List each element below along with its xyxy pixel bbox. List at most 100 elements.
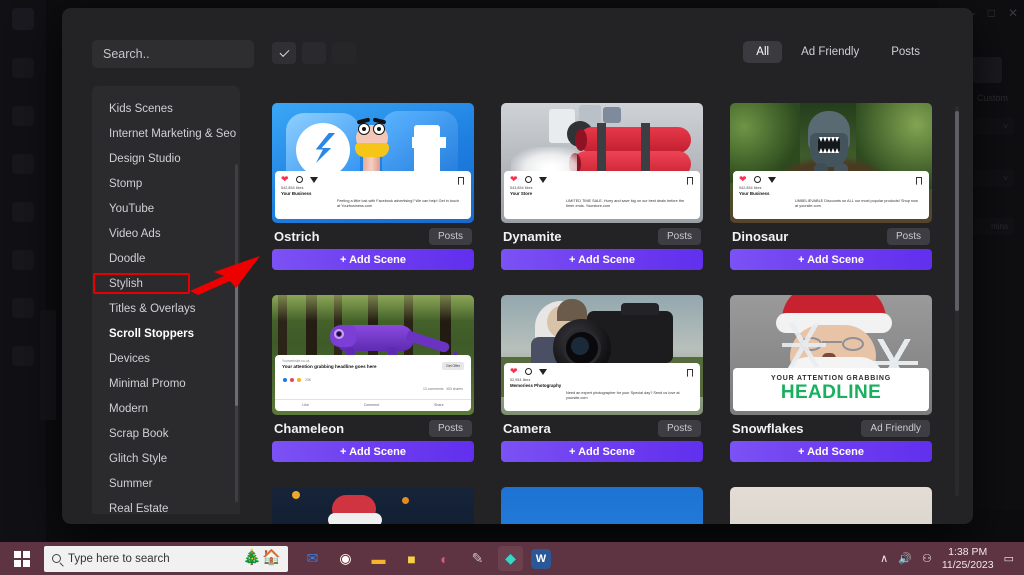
chrome-icon[interactable]: ◉: [333, 546, 358, 571]
template-card-partial-2[interactable]: [501, 487, 703, 524]
card-title: Chameleon: [274, 420, 345, 436]
notifications-icon[interactable]: ▭: [1004, 552, 1014, 565]
taskbar-search-box[interactable]: Type here to search 🎄🏠: [44, 545, 288, 572]
post-action-icons: ❤: [281, 175, 465, 184]
app-icon[interactable]: ◆: [498, 546, 523, 571]
sidebar-item-design-studio[interactable]: Design Studio: [92, 146, 240, 171]
taskbar-search-label: Type here to search: [68, 552, 170, 565]
card-thumbnail-partial[interactable]: [272, 487, 474, 524]
template-card-partial-3[interactable]: [730, 487, 932, 524]
card-thumbnail-camera[interactable]: ❤ 52,954 likes Memoriess Photography Nee…: [501, 295, 703, 415]
card-thumbnail-snowflakes[interactable]: YOUR ATTENTION GRABBING HEADLINE: [730, 295, 932, 415]
rail-icon-1: [12, 58, 34, 78]
template-grid-area: ❤ 542,854 likes Your Business Feeling a …: [272, 86, 965, 524]
share-action[interactable]: Share: [434, 403, 444, 407]
template-card-snowflakes[interactable]: YOUR ATTENTION GRABBING HEADLINE Snowfla…: [730, 295, 932, 462]
template-card-dynamite[interactable]: ❤ 543,854 likes Your Store LIMITED TIME …: [501, 103, 703, 270]
card-thumbnail-partial[interactable]: [501, 487, 703, 524]
post-business-name: Memoriess Photography: [510, 383, 562, 388]
sidebar-item-kids-scenes[interactable]: Kids Scenes: [92, 96, 240, 121]
template-card-partial-1[interactable]: [272, 487, 474, 524]
sidebar-item-minimal-promo[interactable]: Minimal Promo: [92, 371, 240, 396]
template-card-dinosaur[interactable]: ❤ 542,854 likes Your Business UNBELIEVAB…: [730, 103, 932, 270]
like-action[interactable]: Like: [302, 403, 309, 407]
add-scene-button[interactable]: + Add Scene: [272, 441, 474, 462]
sidebar-item-real-estate[interactable]: Real Estate: [92, 496, 240, 515]
card-thumbnail-chameleon[interactable]: Yourwebsite.co.uk Your attention grabbin…: [272, 295, 474, 415]
sidebar-item-internet-marketing-seo[interactable]: Internet Marketing & Seo: [92, 121, 240, 146]
sidebar-item-youtube[interactable]: YouTube: [92, 196, 240, 221]
template-card-chameleon[interactable]: Yourwebsite.co.uk Your attention grabbin…: [272, 295, 474, 462]
clock[interactable]: 1:38 PM 11/25/2023: [942, 546, 994, 572]
comment-action[interactable]: Comment: [364, 403, 380, 407]
paint-icon[interactable]: ✎: [465, 546, 490, 571]
add-scene-button[interactable]: + Add Scene: [501, 441, 703, 462]
paint-3d-icon[interactable]: ◐: [432, 546, 457, 571]
weather-widget-icon[interactable]: 🎄🏠: [243, 548, 282, 566]
instagram-post-overlay: ❤ 52,954 likes Memoriess Photography Nee…: [504, 363, 700, 411]
post-business-name: Your Store: [510, 191, 533, 196]
category-list: Kids Scenes Internet Marketing & Seo Desig…: [92, 86, 240, 515]
post-caption: LIMITED TIME SALE. Hurry and save big on…: [566, 199, 685, 209]
card-title: Dinosaur: [732, 228, 789, 244]
add-scene-button[interactable]: + Add Scene: [272, 249, 474, 270]
card-thumbnail-partial[interactable]: [730, 487, 932, 524]
card-meta: Dinosaur Posts: [730, 223, 932, 249]
sidebar-item-scrap-book[interactable]: Scrap Book: [92, 421, 240, 446]
sidebar-item-modern[interactable]: Modern: [92, 396, 240, 421]
add-scene-button[interactable]: + Add Scene: [501, 249, 703, 270]
select-all-button[interactable]: [272, 42, 296, 64]
post-action-bar: Like Comment Share: [275, 399, 471, 407]
post-cta-button[interactable]: Get Offer: [442, 362, 464, 370]
post-likes: 543,854 likes: [510, 186, 533, 190]
panel-toggle-button[interactable]: [302, 42, 326, 64]
filter-tab-all[interactable]: All: [743, 41, 783, 63]
template-browser-modal: All Ad Friendly Posts Kids ScenesInterne…: [62, 8, 973, 524]
sidebar-item-summer[interactable]: Summer: [92, 471, 240, 496]
status-badge: Ad Friendly: [861, 419, 930, 437]
grid-scrollbar-thumb[interactable]: [955, 111, 959, 311]
close-icon[interactable]: ✕: [1008, 7, 1018, 19]
network-icon[interactable]: ⚇: [922, 552, 932, 565]
start-button[interactable]: [0, 550, 44, 567]
post-engagement-counts: 13 comments 453 shares: [423, 387, 463, 391]
search-input[interactable]: [92, 40, 254, 68]
post-action-icons: ❤: [739, 175, 923, 184]
word-icon[interactable]: W: [531, 548, 551, 569]
card-thumbnail-dinosaur[interactable]: ❤ 542,854 likes Your Business UNBELIEVAB…: [730, 103, 932, 223]
sidebar-scrollbar-thumb[interactable]: [235, 276, 238, 406]
card-meta: Snowflakes Ad Friendly: [730, 415, 932, 441]
rail-icon-6: [12, 298, 34, 318]
sidebar-item-stylish[interactable]: Stylish: [92, 271, 240, 296]
add-scene-button[interactable]: + Add Scene: [730, 249, 932, 270]
clock-time: 1:38 PM: [948, 545, 988, 558]
post-caption: UNBELIEVABLE Discounts on ALL our most p…: [795, 199, 918, 209]
filter-tab-ad-friendly[interactable]: Ad Friendly: [788, 41, 872, 63]
file-explorer-icon[interactable]: ▬: [366, 546, 391, 571]
grid-toggle-button[interactable]: [332, 42, 356, 64]
card-thumbnail-ostrich[interactable]: ❤ 542,854 likes Your Business Feeling a …: [272, 103, 474, 223]
sidebar-item-titles-overlays[interactable]: Titles & Overlays: [92, 296, 240, 321]
mail-icon[interactable]: ✉: [300, 546, 325, 571]
template-card-camera[interactable]: ❤ 52,954 likes Memoriess Photography Nee…: [501, 295, 703, 462]
sidebar-item-scroll-stoppers[interactable]: Scroll Stoppers: [92, 321, 240, 346]
card-thumbnail-dynamite[interactable]: ❤ 543,854 likes Your Store LIMITED TIME …: [501, 103, 703, 223]
tray-expand-icon[interactable]: ∧: [880, 552, 888, 565]
headline-subtitle: YOUR ATTENTION GRABBING: [771, 375, 891, 382]
sidebar-item-devices[interactable]: Devices: [92, 346, 240, 371]
sidebar-item-glitch-style[interactable]: Glitch Style: [92, 446, 240, 471]
sticky-notes-icon[interactable]: ■: [399, 546, 424, 571]
card-title: Dynamite: [503, 228, 562, 244]
share-icon: [767, 176, 776, 183]
maximize-icon[interactable]: □: [988, 7, 995, 19]
add-scene-button[interactable]: + Add Scene: [730, 441, 932, 462]
sidebar-item-doodle[interactable]: Doodle: [92, 246, 240, 271]
sidebar-item-video-ads[interactable]: Video Ads: [92, 221, 240, 246]
template-card-ostrich[interactable]: ❤ 542,854 likes Your Business Feeling a …: [272, 103, 474, 270]
filter-tab-posts[interactable]: Posts: [878, 41, 933, 63]
card-meta: Camera Posts: [501, 415, 703, 441]
sidebar-item-stomp[interactable]: Stomp: [92, 171, 240, 196]
post-business-name: Your Business: [739, 191, 770, 196]
volume-icon[interactable]: 🔊: [898, 552, 912, 565]
reaction-count: 23K: [305, 378, 312, 382]
